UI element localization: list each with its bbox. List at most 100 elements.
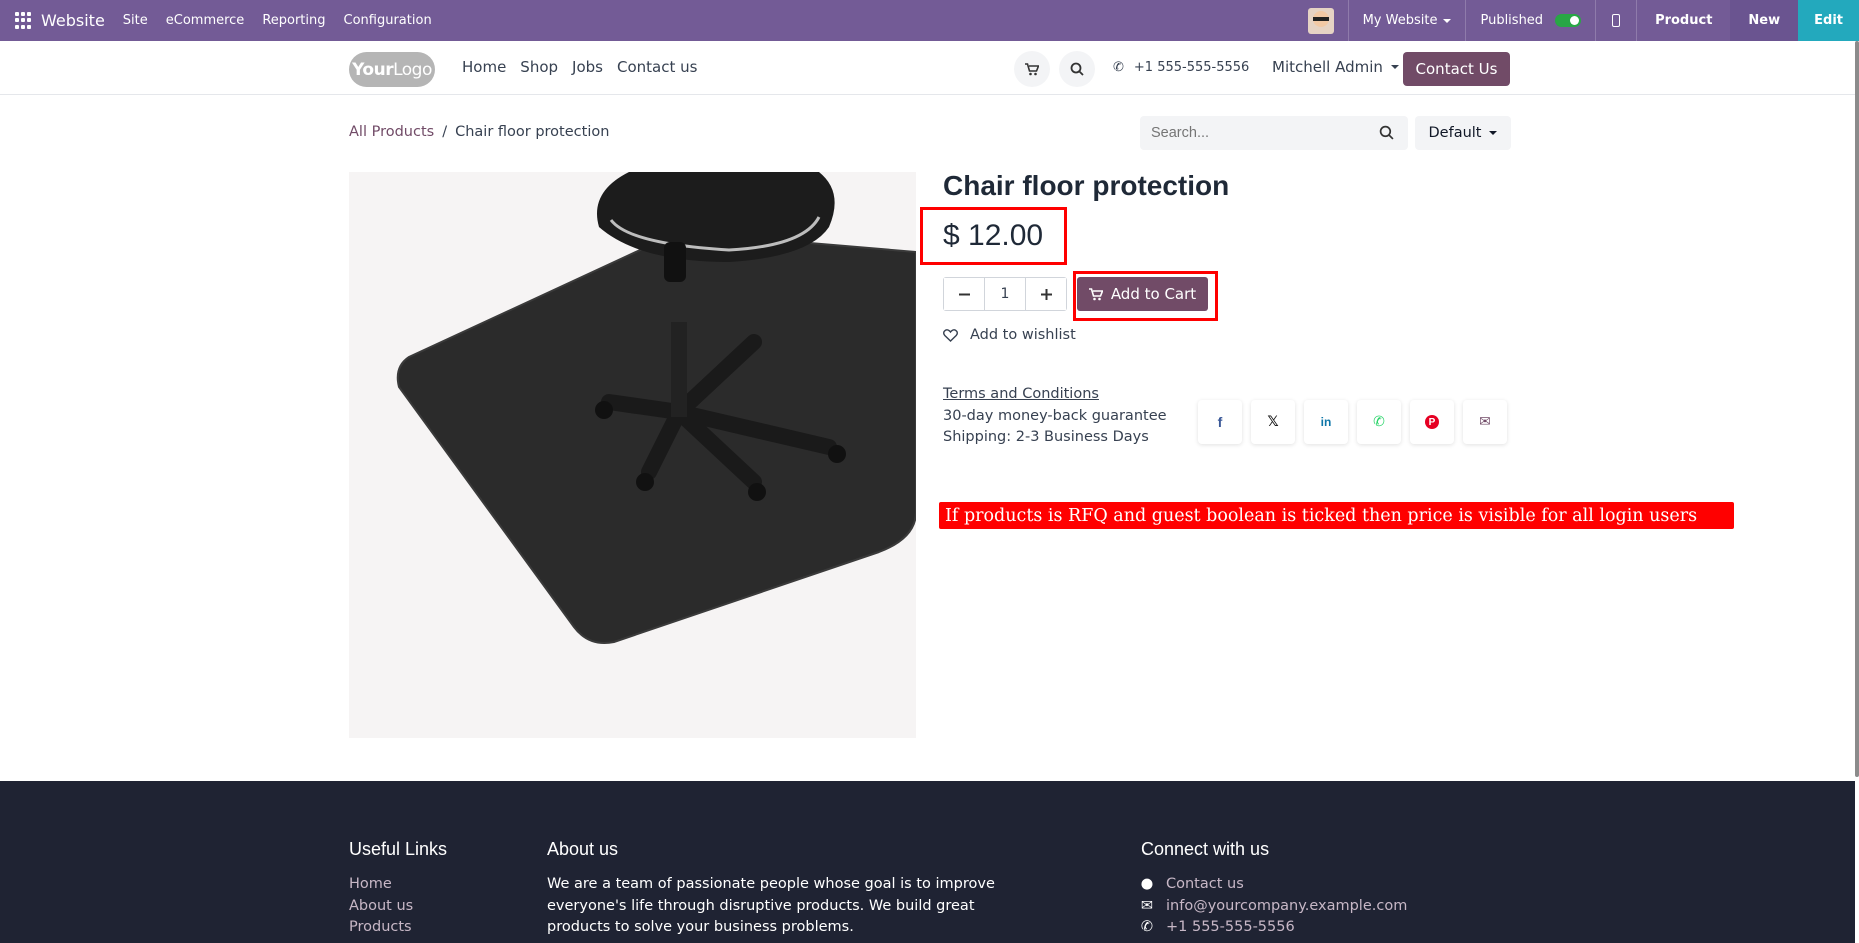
quantity-stepper: 1 xyxy=(943,277,1067,311)
price-highlight-box xyxy=(920,207,1067,265)
minus-icon xyxy=(958,293,970,295)
user-name: Mitchell Admin xyxy=(1272,58,1383,76)
increase-quantity-button[interactable] xyxy=(1026,278,1066,310)
website-selector[interactable]: My Website xyxy=(1349,13,1466,28)
cart-button[interactable] xyxy=(1014,51,1050,87)
share-x-button[interactable]: 𝕏 xyxy=(1251,400,1295,444)
annotation-note: If products is RFQ and guest boolean is … xyxy=(939,502,1734,529)
footer-email-row[interactable]: ✉ info@yourcompany.example.com xyxy=(1141,896,1407,918)
chevron-down-icon xyxy=(1390,65,1399,69)
toggle-switch-icon[interactable] xyxy=(1555,14,1582,27)
nav-shop[interactable]: Shop xyxy=(520,58,558,76)
breadcrumb-all-products[interactable]: All Products xyxy=(349,124,434,140)
footer-connect: Connect with us ● Contact us ✉ info@yourco… xyxy=(1141,839,1408,939)
decrease-quantity-button[interactable] xyxy=(944,278,984,310)
footer-link-home[interactable]: Home xyxy=(349,874,447,896)
footer-link-products[interactable]: Products xyxy=(349,917,447,939)
guarantee-text: 30-day money-back guarantee xyxy=(943,407,1167,424)
breadcrumb-separator: / xyxy=(442,124,448,140)
footer-phone: +1 555-555-5556 xyxy=(1166,919,1295,935)
phone-icon: ✆ xyxy=(1140,919,1154,935)
product-search xyxy=(1140,116,1408,150)
footer-phone-row[interactable]: ✆ +1 555-555-5556 xyxy=(1141,917,1407,939)
apps-menu-icon[interactable] xyxy=(15,11,33,30)
page-scrollbar[interactable] xyxy=(1855,41,1859,777)
email-icon: ✉ xyxy=(1479,414,1491,430)
footer-contact-row[interactable]: ● Contact us xyxy=(1141,874,1407,896)
share-linkedin-button[interactable]: in xyxy=(1304,400,1348,444)
footer-email: info@yourcompany.example.com xyxy=(1166,897,1408,914)
cart-highlight-box xyxy=(1073,271,1218,321)
admin-navbar: Website Site eCommerce Reporting Configu… xyxy=(0,0,1859,41)
product-image[interactable] xyxy=(349,172,916,738)
wishlist-label: Add to wishlist xyxy=(970,327,1076,343)
quantity-input[interactable]: 1 xyxy=(984,278,1026,310)
share-email-button[interactable]: ✉ xyxy=(1463,400,1507,444)
nav-jobs[interactable]: Jobs xyxy=(572,58,603,76)
footer-link-about[interactable]: About us xyxy=(349,896,447,918)
search-button[interactable] xyxy=(1059,51,1095,87)
menu-configuration[interactable]: Configuration xyxy=(344,13,432,28)
share-facebook-button[interactable]: f xyxy=(1198,400,1242,444)
site-footer: Useful Links Home About us Products Abou… xyxy=(0,781,1855,943)
share-pinterest-button[interactable]: P xyxy=(1410,400,1454,444)
search-input[interactable] xyxy=(1151,125,1351,141)
contact-us-button[interactable]: Contact Us xyxy=(1403,52,1510,86)
footer-about: About us We are a team of passionate peo… xyxy=(547,839,1017,939)
envelope-icon: ✉ xyxy=(1140,897,1154,914)
published-label: Published xyxy=(1480,13,1544,28)
main-nav: Home Shop Jobs Contact us xyxy=(462,58,697,76)
breadcrumb: All Products / Chair floor protection xyxy=(349,124,609,140)
sort-dropdown[interactable]: Default xyxy=(1415,116,1511,150)
useful-links-title: Useful Links xyxy=(349,839,448,859)
x-twitter-icon: 𝕏 xyxy=(1267,414,1279,430)
menu-ecommerce[interactable]: eCommerce xyxy=(166,13,245,28)
heart-icon xyxy=(943,328,958,342)
site-logo[interactable]: Your Logo xyxy=(349,52,435,87)
whatsapp-icon: ✆ xyxy=(1373,414,1385,430)
product-terms: Terms and Conditions 30-day money-back g… xyxy=(943,384,1167,449)
nav-contact-us[interactable]: Contact us xyxy=(617,58,697,76)
add-to-wishlist[interactable]: Add to wishlist xyxy=(943,327,1076,343)
footer-useful-links: Useful Links Home About us Products xyxy=(349,839,447,939)
mobile-preview-icon[interactable] xyxy=(1612,14,1621,27)
divider xyxy=(1595,0,1597,41)
user-avatar[interactable] xyxy=(1307,7,1334,34)
header-phone[interactable]: ✆ +1 555-555-5556 xyxy=(1113,60,1249,75)
user-menu[interactable]: Mitchell Admin xyxy=(1272,58,1399,76)
edit-button[interactable]: Edit xyxy=(1798,0,1859,41)
pinterest-icon: P xyxy=(1425,415,1439,429)
cart-icon xyxy=(1025,62,1039,75)
new-button[interactable]: New xyxy=(1730,0,1799,41)
menu-reporting[interactable]: Reporting xyxy=(262,13,325,28)
chevron-down-icon xyxy=(1489,131,1498,135)
facebook-icon: f xyxy=(1217,414,1223,430)
terms-link[interactable]: Terms and Conditions xyxy=(943,384,1167,406)
plus-icon xyxy=(1040,288,1052,300)
website-selector-label: My Website xyxy=(1362,13,1438,28)
nav-home[interactable]: Home xyxy=(462,58,506,76)
share-whatsapp-button[interactable]: ✆ xyxy=(1357,400,1401,444)
menu-site[interactable]: Site xyxy=(123,13,148,28)
connect-title: Connect with us xyxy=(1141,839,1270,859)
phone-icon: ✆ xyxy=(1113,60,1124,75)
chevron-down-icon xyxy=(1443,18,1452,23)
site-header: Your Logo Home Shop Jobs Contact us ✆ +1 … xyxy=(0,41,1855,95)
app-brand[interactable]: Website xyxy=(41,11,105,30)
search-icon[interactable] xyxy=(1379,125,1394,140)
chair-mat-illustration xyxy=(396,172,916,644)
published-toggle[interactable]: Published xyxy=(1466,13,1595,28)
linkedin-icon: in xyxy=(1320,415,1332,429)
logo-text-bold: Your xyxy=(352,59,394,80)
product-title: Chair floor protection xyxy=(943,170,1230,201)
chat-icon: ● xyxy=(1140,876,1154,892)
header-phone-number: +1 555-555-5556 xyxy=(1133,60,1250,75)
share-buttons: f 𝕏 in ✆ P ✉ xyxy=(1198,400,1507,444)
about-text: We are a team of passionate people whose… xyxy=(547,876,995,935)
product-button[interactable]: Product xyxy=(1637,0,1730,41)
search-icon xyxy=(1070,62,1084,76)
shipping-text: Shipping: 2-3 Business Days xyxy=(943,429,1149,445)
logo-text: Logo xyxy=(393,59,432,80)
breadcrumb-current: Chair floor protection xyxy=(455,124,610,140)
sort-label: Default xyxy=(1428,125,1482,141)
